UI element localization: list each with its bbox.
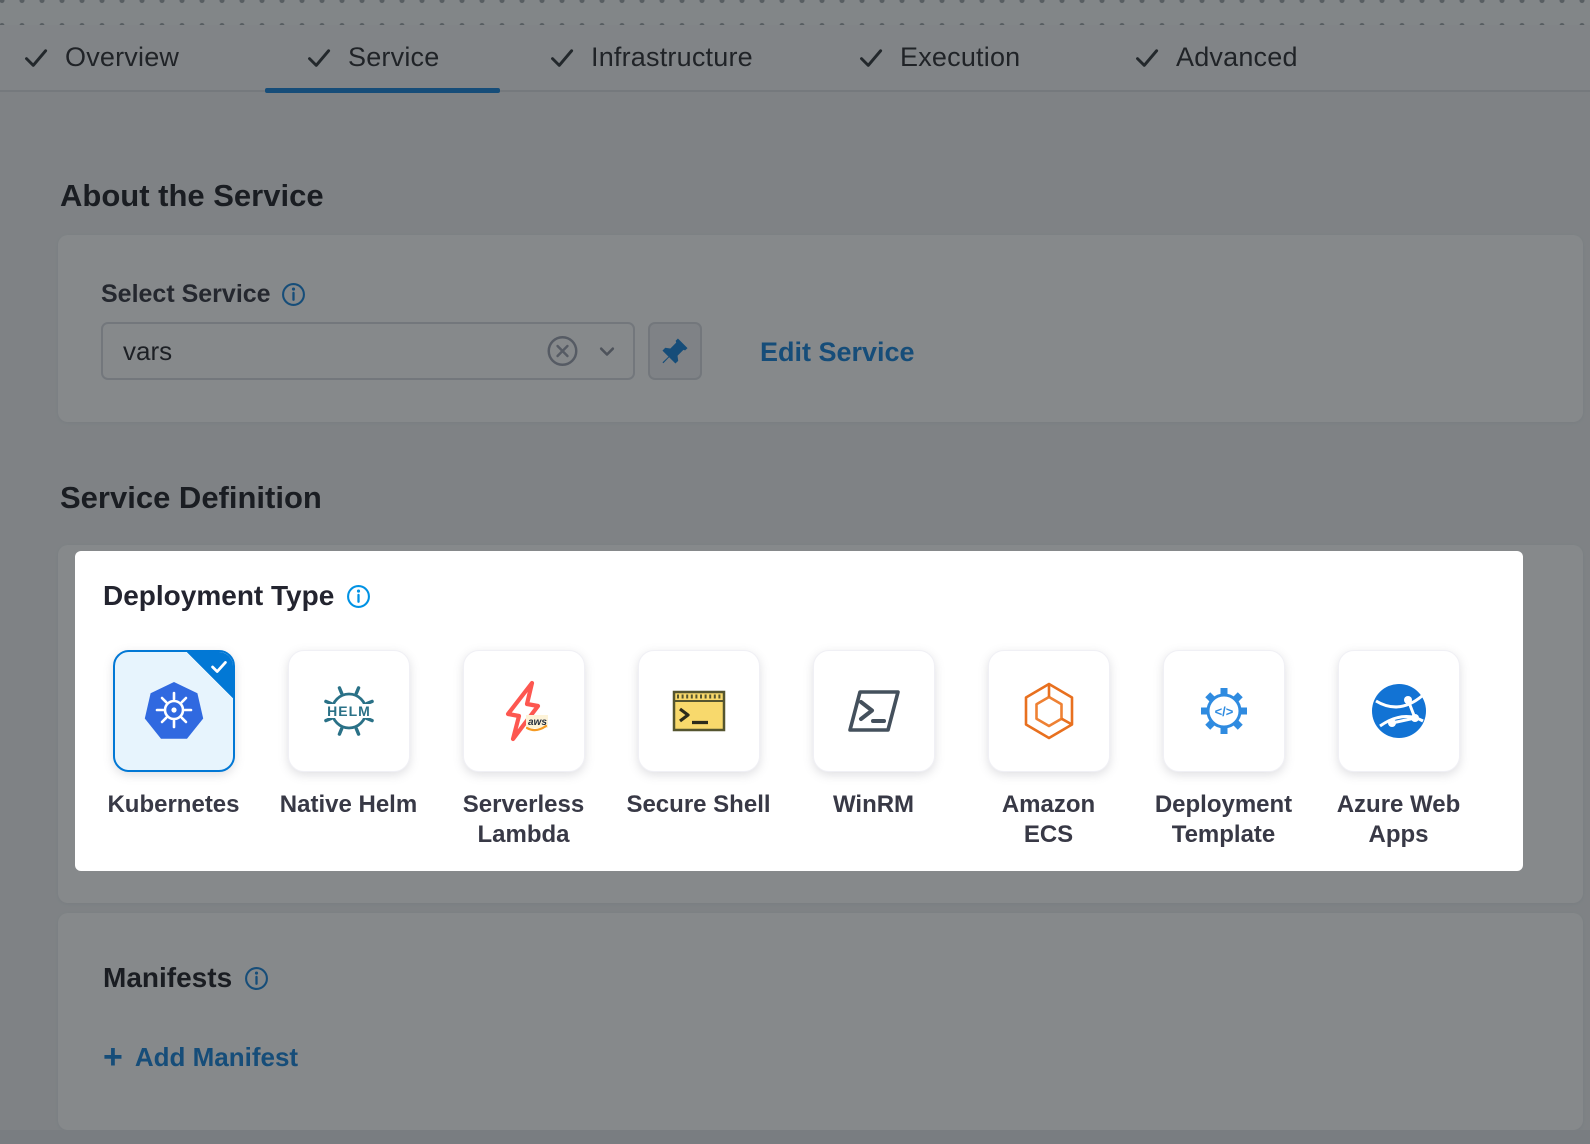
tile-label: Azure Web Apps	[1337, 790, 1461, 850]
deployment-type-serverless-lambda[interactable]: aws Serverless Lambda	[436, 650, 611, 850]
tab-overview[interactable]: Overview	[22, 25, 179, 90]
tile-label: Deployment Template	[1155, 790, 1292, 850]
tab-label: Infrastructure	[591, 42, 753, 73]
tile-label: Serverless Lambda	[463, 790, 584, 850]
deployment-type-amazon-ecs[interactable]: Amazon ECS	[961, 650, 1136, 850]
add-manifest-button[interactable]: + Add Manifest	[103, 1040, 298, 1074]
info-icon[interactable]	[346, 584, 371, 609]
tab-advanced[interactable]: Advanced	[1133, 25, 1298, 90]
check-icon	[857, 44, 884, 71]
winrm-icon	[842, 679, 906, 743]
check-icon	[305, 44, 332, 71]
tab-execution[interactable]: Execution	[857, 25, 1020, 90]
pin-icon	[659, 335, 691, 367]
edit-service-link[interactable]: Edit Service	[760, 337, 915, 368]
tab-label: Overview	[65, 42, 179, 73]
tab-label: Execution	[900, 42, 1020, 73]
check-icon	[22, 44, 49, 71]
tab-label: Advanced	[1176, 42, 1298, 73]
add-manifest-label: Add Manifest	[135, 1042, 298, 1073]
chevron-down-icon[interactable]	[593, 337, 621, 365]
modal-bottom-edge	[0, 1130, 1590, 1144]
check-icon	[1133, 44, 1160, 71]
tile-label: Kubernetes	[107, 790, 239, 820]
tab-label: Service	[348, 42, 439, 73]
deployment-type-label: Deployment Type	[103, 580, 334, 612]
about-service-heading: About the Service	[60, 178, 324, 214]
manifests-heading: Manifests	[103, 962, 232, 994]
deployment-type-deployment-template[interactable]: </> Deployment Template	[1136, 650, 1311, 850]
manifests-card	[58, 913, 1583, 1130]
pipeline-canvas-dots	[0, 0, 1590, 25]
secure-shell-icon	[667, 679, 731, 743]
tile-label: Native Helm	[280, 790, 417, 820]
active-tab-underline	[265, 88, 500, 93]
tab-service[interactable]: Service	[305, 25, 439, 90]
deployment-type-azure-web-apps[interactable]: Azure Web Apps	[1311, 650, 1486, 850]
stage-tabbar: Overview Service Infrastructure Executio…	[0, 25, 1590, 92]
deployment-type-winrm[interactable]: WinRM	[786, 650, 961, 850]
plus-icon: +	[103, 1040, 123, 1074]
selected-corner	[186, 651, 234, 699]
amazon-ecs-icon	[1017, 679, 1081, 743]
select-service-label: Select Service	[101, 280, 271, 309]
info-icon[interactable]	[281, 282, 306, 307]
tab-infrastructure[interactable]: Infrastructure	[548, 25, 753, 90]
tile-label: Secure Shell	[626, 790, 770, 820]
tile-label: WinRM	[833, 790, 914, 820]
deployment-type-kubernetes[interactable]: Kubernetes	[86, 650, 261, 850]
service-config-screen: Overview Service Infrastructure Executio…	[0, 0, 1590, 1144]
tile-label: Amazon ECS	[1002, 790, 1095, 850]
deployment-template-icon: </>	[1192, 679, 1256, 743]
deployment-type-native-helm[interactable]: HELM Native Helm	[261, 650, 436, 850]
svg-text:</>: </>	[1214, 704, 1233, 719]
selected-check-icon	[208, 656, 230, 678]
deployment-type-secure-shell[interactable]: Secure Shell	[611, 650, 786, 850]
native-helm-icon: HELM	[317, 679, 381, 743]
info-icon[interactable]	[244, 966, 269, 991]
clear-icon[interactable]	[546, 335, 579, 368]
svg-text:HELM: HELM	[327, 703, 371, 719]
serverless-lambda-icon: aws	[492, 679, 556, 743]
service-definition-heading: Service Definition	[60, 480, 322, 516]
pin-service-button[interactable]	[648, 322, 702, 380]
deployment-type-list: Kubernetes HELM	[86, 650, 1486, 850]
check-icon	[548, 44, 575, 71]
azure-web-apps-icon	[1367, 679, 1431, 743]
